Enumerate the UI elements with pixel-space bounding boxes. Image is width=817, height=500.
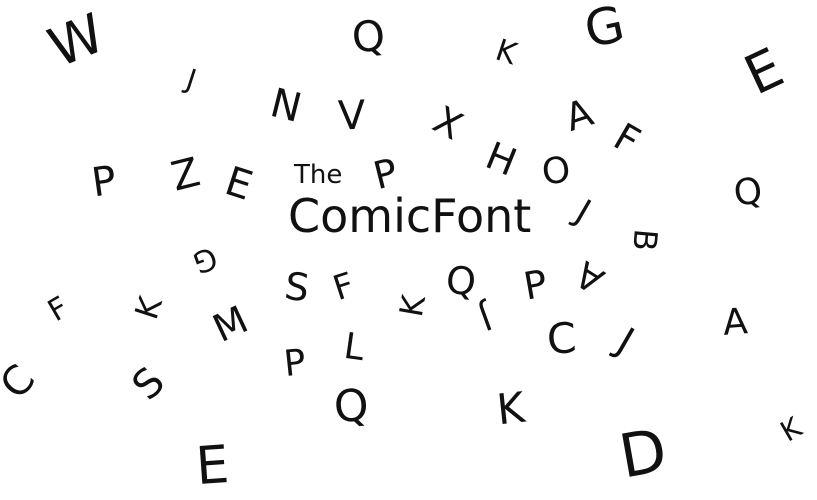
scattered-letter: P xyxy=(281,341,308,386)
scattered-letter: A xyxy=(568,252,612,301)
scattered-letter: K xyxy=(494,382,527,435)
scattered-letter: F xyxy=(42,290,75,330)
scattered-letter: X xyxy=(426,97,470,149)
scattered-letter: V xyxy=(337,92,367,140)
scattered-letter: K xyxy=(391,292,434,320)
scattered-letter: F xyxy=(328,264,360,310)
scattered-letter: J xyxy=(182,62,201,97)
scattered-letter: K xyxy=(491,32,521,73)
scattered-letter: B xyxy=(625,227,665,253)
font-showcase-canvas: The ComicFont W Q G K E J N V X A F P Z … xyxy=(0,0,817,500)
scattered-letter: C xyxy=(545,313,578,364)
scattered-letter: E xyxy=(735,35,793,108)
scattered-letter: O xyxy=(539,149,573,194)
scattered-letter: K xyxy=(127,292,170,324)
scattered-letter: S xyxy=(282,263,313,311)
scattered-letter: J xyxy=(473,296,497,338)
scattered-letter: A xyxy=(721,301,750,344)
title-prefix: The xyxy=(294,160,343,190)
scattered-letter: A xyxy=(559,90,599,140)
scattered-letter: M xyxy=(206,297,255,351)
scattered-letter: F xyxy=(606,114,648,164)
scattered-letter: G xyxy=(579,0,630,60)
scattered-letter: Z xyxy=(166,149,205,201)
scattered-letter: J xyxy=(568,192,598,232)
scattered-letter: C xyxy=(0,356,45,408)
scattered-letter: J xyxy=(609,319,642,363)
scattered-letter: P xyxy=(88,157,120,207)
title-main: ComicFont xyxy=(288,189,532,243)
scattered-letter: Q xyxy=(443,257,479,305)
scattered-letter: W xyxy=(39,1,114,80)
scattered-letter: S xyxy=(123,358,174,410)
scattered-letter: K xyxy=(774,410,808,449)
scattered-letter: Q xyxy=(349,10,388,63)
scattered-letter: L xyxy=(341,325,367,370)
scattered-letter: E xyxy=(193,434,231,498)
scattered-letter: E xyxy=(219,158,258,210)
scattered-letter: P xyxy=(520,261,551,309)
scattered-letter: Q xyxy=(731,170,765,215)
scattered-letter: D xyxy=(614,415,672,493)
scattered-letter: Q xyxy=(332,379,371,434)
scattered-letter: H xyxy=(479,133,523,185)
scattered-letter: G xyxy=(187,239,222,280)
scattered-letter: N xyxy=(265,80,307,132)
